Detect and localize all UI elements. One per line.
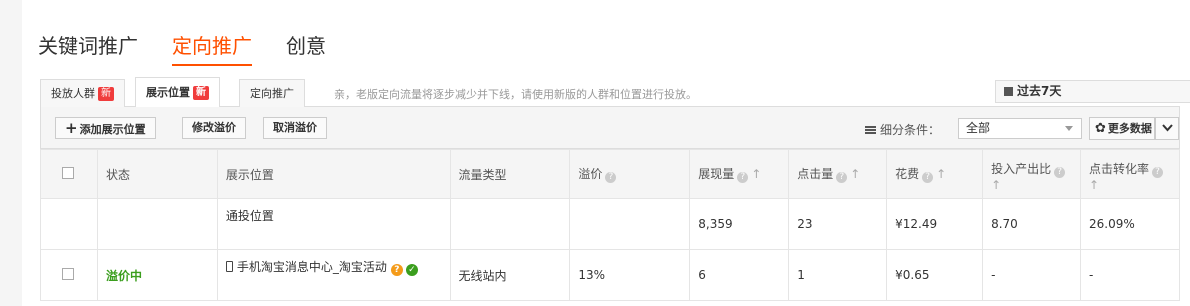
col-roi-label: 投入产出比 [991, 162, 1052, 176]
date-range-button[interactable]: 过去7天 [995, 80, 1190, 103]
cell-roi: - [982, 249, 1081, 301]
cell-cvr: 26.09% [1079, 198, 1181, 250]
cell-cvr: - [1079, 249, 1181, 301]
sub-tabs: 投放人群 新 展示位置 新 定向推广 亲，老版定向流量将逐步减少并下线，请使用新… [40, 77, 1190, 108]
sort-arrow-icon[interactable]: ↑ [1089, 178, 1099, 192]
notice-text: 亲，老版定向流量将逐步减少并下线，请使用新版的人群和位置进行投放。 [334, 88, 697, 101]
col-cost[interactable]: 花费? ↑ [886, 149, 984, 199]
col-cost-label: 花费 [895, 167, 920, 181]
placement-table: 状态 展示位置 流量类型 溢价? 展现量? ↑ 点击量? ↑ 花费? ↑ 投入产出比?… [40, 149, 1181, 301]
select-all-checkbox[interactable] [62, 166, 74, 179]
col-impressions-label: 展现量 [698, 167, 735, 181]
segment-select[interactable]: 全部 [958, 118, 1082, 139]
plus-icon: + [65, 119, 78, 137]
subtab-audience[interactable]: 投放人群 新 [40, 79, 125, 107]
tab-creative[interactable]: 创意 [286, 30, 326, 66]
segment-label-text: 细分条件： [880, 123, 941, 137]
toolbar: + 添加展示位置 修改溢价 取消溢价 细分条件： 全部 ✿ 更多数据 [40, 107, 1180, 149]
sort-arrow-icon[interactable]: ↑ [751, 167, 761, 181]
cell-position-text: 手机淘宝消息中心_淘宝活动 [236, 260, 387, 274]
sort-arrow-icon[interactable]: ↑ [936, 167, 946, 181]
table-row: 溢价中 手机淘宝消息中心_淘宝活动? ✓ 无线站内 13% 6 1 ¥0.65 -… [40, 249, 1181, 301]
cell-roi: 8.70 [982, 198, 1081, 250]
date-range-label: 过去7天 [1017, 84, 1062, 98]
cell-position: 手机淘宝消息中心_淘宝活动? ✓ [216, 249, 451, 301]
row-checkbox-cell [40, 198, 98, 250]
cell-cost: ¥12.49 [886, 198, 984, 250]
col-status: 状态 [96, 149, 218, 199]
calendar-icon [1004, 87, 1013, 96]
more-data-button[interactable]: ✿ 更多数据 [1089, 117, 1155, 140]
row-checkbox[interactable] [62, 267, 74, 280]
subtab-placement-label: 展示位置 [146, 86, 190, 99]
cancel-premium-button[interactable]: 取消溢价 [263, 117, 327, 139]
col-premium: 溢价? [569, 149, 691, 199]
list-icon [865, 126, 876, 134]
col-clicks[interactable]: 点击量? ↑ [788, 149, 888, 199]
segment-label: 细分条件： [865, 121, 940, 138]
tab-targeted-promotion[interactable]: 定向推广 [172, 30, 252, 66]
col-position: 展示位置 [216, 149, 451, 199]
chevron-down-icon [1161, 124, 1173, 132]
mobile-icon [225, 261, 233, 272]
col-traffic-type: 流量类型 [449, 149, 571, 199]
help-icon[interactable]: ? [922, 172, 934, 183]
chevron-down-icon [1065, 126, 1073, 131]
cell-status [96, 198, 218, 250]
cell-impressions: 8,359 [689, 198, 790, 250]
segment-select-value: 全部 [966, 121, 991, 135]
cell-clicks: 1 [788, 249, 888, 301]
question-icon[interactable]: ? [390, 264, 403, 276]
tab-keyword-promotion[interactable]: 关键词推广 [38, 30, 138, 66]
cell-clicks: 23 [788, 198, 888, 250]
help-icon[interactable]: ? [605, 172, 617, 183]
col-cvr-label: 点击转化率 [1088, 162, 1149, 176]
check-icon: ✓ [405, 264, 418, 276]
top-tabs: 关键词推广 定向推广 创意 [38, 30, 360, 66]
add-placement-label: 添加展示位置 [79, 123, 146, 136]
help-icon[interactable]: ? [836, 172, 848, 183]
gear-icon: ✿ [1095, 121, 1106, 136]
col-impressions[interactable]: 展现量? ↑ [689, 149, 790, 199]
cell-traffic [449, 198, 571, 250]
help-icon[interactable]: ? [1054, 167, 1066, 178]
cell-status: 溢价中 [96, 249, 218, 301]
col-cvr[interactable]: 点击转化率? ↑ [1079, 149, 1181, 199]
cell-premium: 13% [569, 249, 691, 301]
col-roi[interactable]: 投入产出比? ↑ [982, 149, 1081, 199]
new-badge: 新 [98, 86, 114, 101]
more-data-label: 更多数据 [1107, 122, 1152, 135]
subtab-placement[interactable]: 展示位置 新 [135, 77, 220, 108]
more-dropdown-button[interactable] [1155, 117, 1179, 140]
cell-cost: ¥0.65 [886, 249, 984, 301]
sort-arrow-icon[interactable]: ↑ [850, 167, 860, 181]
add-placement-button[interactable]: + 添加展示位置 [55, 117, 156, 139]
cell-traffic: 无线站内 [449, 249, 571, 301]
main-panel: 关键词推广 定向推广 创意 投放人群 新 展示位置 新 定向推广 亲，老版定向流… [22, 0, 1190, 306]
row-checkbox-cell [40, 249, 98, 301]
subtab-targeted[interactable]: 定向推广 [239, 79, 305, 107]
new-badge: 新 [193, 86, 209, 100]
cell-impressions: 6 [689, 249, 790, 301]
table-row: 通投位置 8,359 23 ¥12.49 8.70 26.09% [40, 198, 1181, 250]
modify-premium-button[interactable]: 修改溢价 [182, 117, 246, 139]
cell-premium [569, 198, 691, 250]
sort-arrow-icon[interactable]: ↑ [991, 178, 1001, 192]
col-clicks-label: 点击量 [797, 167, 834, 181]
help-icon[interactable]: ? [737, 172, 749, 183]
help-icon[interactable]: ? [1152, 167, 1163, 178]
col-premium-label: 溢价 [578, 167, 603, 181]
subtab-audience-label: 投放人群 [51, 86, 95, 100]
table-header-row: 状态 展示位置 流量类型 溢价? 展现量? ↑ 点击量? ↑ 花费? ↑ 投入产出比?… [40, 149, 1181, 199]
cell-position: 通投位置 [216, 198, 451, 250]
